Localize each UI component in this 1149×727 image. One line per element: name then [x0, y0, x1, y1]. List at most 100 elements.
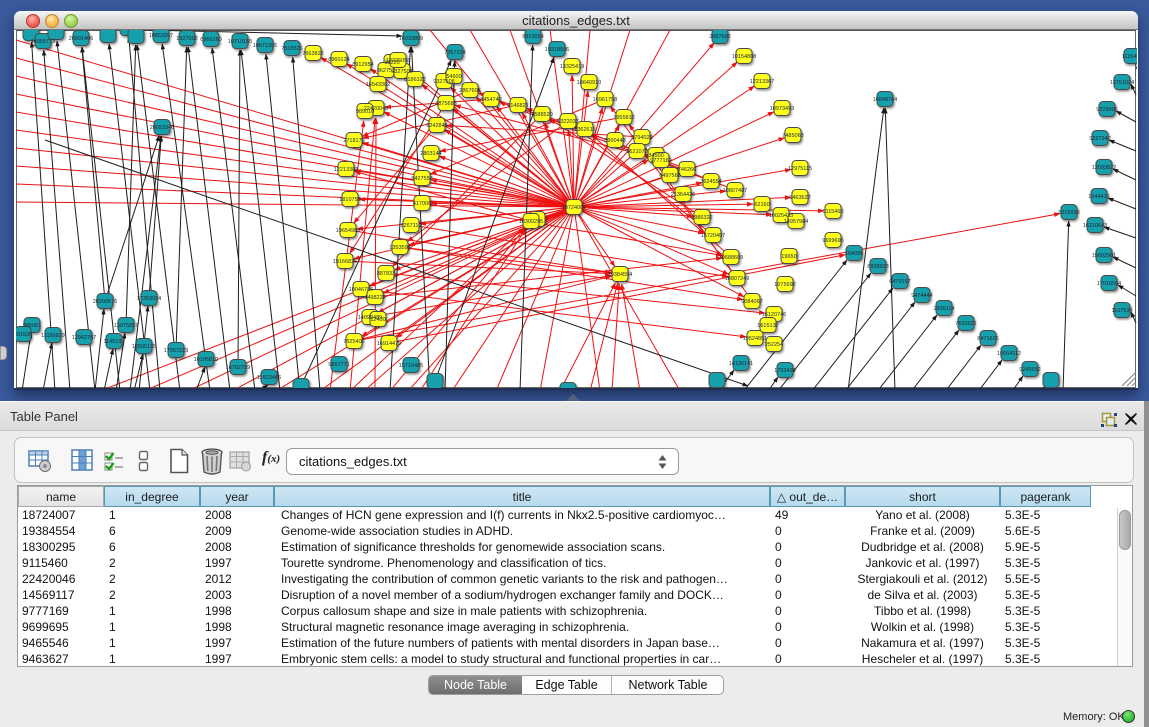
svg-text:9242848: 9242848: [426, 123, 447, 129]
svg-text:10719155: 10719155: [228, 39, 252, 45]
svg-text:12975115: 12975115: [788, 166, 812, 172]
svg-text:7986322: 7986322: [691, 215, 712, 221]
svg-text:54600: 54600: [446, 74, 461, 80]
svg-text:8471626: 8471626: [977, 336, 998, 342]
svg-text:7357224: 7357224: [444, 50, 465, 56]
svg-text:9084067: 9084067: [741, 299, 762, 305]
svg-text:9227342: 9227342: [1089, 136, 1110, 142]
svg-text:6322037: 6322037: [557, 119, 578, 125]
svg-text:9474444: 9474444: [911, 293, 932, 299]
svg-text:9699695: 9699695: [822, 238, 843, 244]
svg-text:11923446: 11923446: [257, 375, 281, 381]
svg-text:3267110: 3267110: [400, 223, 421, 229]
svg-text:3624554: 3624554: [700, 179, 721, 185]
svg-text:7663822: 7663822: [302, 51, 323, 57]
svg-text:1167534: 1167534: [1111, 308, 1132, 314]
svg-text:9463627: 9463627: [789, 195, 810, 201]
svg-text:19524851: 19524851: [743, 336, 767, 342]
svg-text:12226058: 12226058: [386, 58, 410, 64]
svg-text:19637193: 19637193: [116, 30, 140, 32]
svg-text:9146821: 9146821: [507, 103, 528, 109]
svg-text:1621072: 1621072: [626, 149, 647, 155]
svg-text:9245652: 9245652: [1019, 367, 1040, 373]
svg-text:14136141: 14136141: [729, 361, 753, 367]
svg-text:19654983: 19654983: [336, 228, 360, 234]
svg-text:6479197: 6479197: [889, 279, 910, 285]
svg-text:2687682: 2687682: [709, 34, 730, 40]
svg-text:8938923: 8938923: [867, 264, 888, 270]
svg-text:18724007: 18724007: [562, 205, 586, 211]
svg-text:9329906: 9329906: [1096, 107, 1117, 113]
svg-text:12505135: 12505135: [132, 344, 156, 350]
svg-text:10973493: 10973493: [770, 106, 794, 112]
svg-text:1145190: 1145190: [103, 339, 124, 345]
svg-text:19384554: 19384554: [608, 272, 632, 278]
svg-text:10046786: 10046786: [349, 287, 373, 293]
svg-text:8813054: 8813054: [522, 34, 543, 40]
svg-text:1733426: 1733426: [774, 368, 795, 374]
svg-text:28053346: 28053346: [150, 125, 174, 131]
svg-text:9777169: 9777169: [650, 158, 671, 164]
svg-text:9327509: 9327509: [391, 69, 412, 75]
svg-text:20991406: 20991406: [69, 36, 93, 42]
svg-text:989010: 989010: [356, 109, 374, 115]
svg-text:10688609: 10688609: [719, 255, 743, 261]
svg-text:10807487: 10807487: [723, 188, 747, 194]
svg-text:391530: 391530: [16, 332, 32, 338]
svg-text:12213367: 12213367: [750, 79, 774, 85]
svg-text:12942757: 12942757: [72, 335, 96, 341]
svg-text:7485063: 7485063: [782, 133, 803, 139]
svg-text:1362615: 1362615: [574, 127, 595, 133]
svg-text:18807249: 18807249: [725, 276, 749, 282]
svg-text:17016504: 17016504: [1097, 281, 1121, 287]
svg-text:16961758: 16961758: [593, 97, 617, 103]
svg-text:8427552: 8427552: [411, 176, 432, 182]
svg-text:62160: 62160: [754, 202, 769, 208]
svg-text:2718176: 2718176: [343, 138, 364, 144]
svg-text:9115460: 9115460: [822, 209, 843, 215]
svg-text:16782759: 16782759: [226, 365, 250, 371]
svg-text:14055713: 14055713: [31, 39, 55, 45]
svg-text:19650: 19650: [781, 254, 796, 260]
svg-text:8912954: 8912954: [352, 62, 373, 68]
svg-text:1588520: 1588520: [531, 112, 552, 118]
svg-text:3875685: 3875685: [435, 101, 456, 107]
svg-text:17957223: 17957223: [164, 348, 188, 354]
svg-text:9857771: 9857771: [328, 362, 349, 368]
svg-text:6966160: 6966160: [200, 37, 221, 43]
svg-text:11156829: 11156829: [41, 333, 65, 339]
svg-text:7515526: 7515526: [281, 46, 302, 52]
svg-text:8186328: 8186328: [404, 77, 425, 83]
svg-text:16648784: 16648784: [873, 97, 897, 103]
svg-text:7955812: 7955812: [613, 115, 634, 121]
svg-text:14957984: 14957984: [784, 219, 808, 225]
svg-text:17359924: 17359924: [137, 296, 161, 302]
svg-text:19218506: 19218506: [545, 47, 569, 53]
svg-text:8215958: 8215958: [1058, 210, 1079, 216]
svg-text:417006: 417006: [413, 201, 431, 207]
svg-text:19166825: 19166825: [333, 259, 357, 265]
svg-text:8990448: 8990448: [604, 138, 625, 144]
svg-text:8454749: 8454749: [480, 97, 501, 103]
svg-text:15720407: 15720407: [701, 233, 725, 239]
svg-text:12093822: 12093822: [1092, 165, 1116, 171]
svg-text:7625402: 7625402: [343, 339, 364, 345]
svg-text:1244415: 1244415: [1088, 194, 1109, 200]
svg-text:21364436: 21364436: [671, 192, 695, 198]
svg-text:1527002: 1527002: [176, 36, 197, 42]
svg-text:16543382: 16543382: [366, 82, 390, 88]
svg-text:12400: 12400: [370, 317, 385, 323]
svg-text:16210643: 16210643: [1083, 223, 1107, 229]
svg-text:1075692: 1075692: [774, 282, 795, 288]
svg-text:18300295: 18300295: [519, 219, 543, 225]
svg-text:7632621: 7632621: [955, 321, 976, 327]
svg-text:10154808: 10154808: [732, 54, 756, 60]
svg-text:10195810: 10195810: [194, 357, 218, 363]
svg-text:8960124: 8960124: [328, 57, 349, 63]
svg-text:1353594: 1353594: [389, 245, 410, 251]
svg-text:15692901: 15692901: [1092, 253, 1116, 259]
svg-text:164095: 164095: [845, 251, 863, 257]
svg-text:4498222: 4498222: [364, 295, 385, 301]
svg-text:13751024: 13751024: [1110, 80, 1134, 86]
svg-text:1615132: 1615132: [757, 323, 778, 329]
